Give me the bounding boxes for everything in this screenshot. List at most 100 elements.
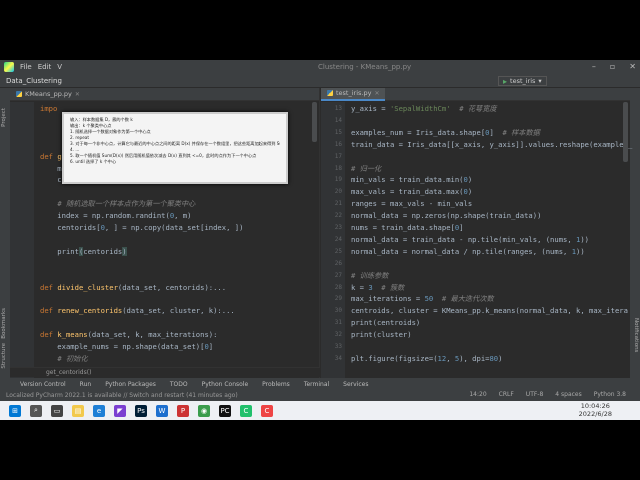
right-code-area[interactable]: y_axis = 'SepalWidthCm' # 花萼宽度 examples_n… [351,102,632,378]
close-tab-icon[interactable]: ✕ [75,91,80,98]
photoshop-icon[interactable]: Ps [135,404,147,417]
word-icon[interactable]: W [156,404,168,417]
code-line[interactable]: # 训练参数 [351,271,388,281]
status-indicator[interactable]: 4 spaces [555,391,581,398]
tab-kmeans-pp[interactable]: KMeans_pp.py ✕ [10,88,86,101]
popup-text-line: 6. until 选择了 k 个中心 [70,159,117,164]
code-line[interactable]: # 初始化 [40,354,87,364]
code-line[interactable]: min_vals = train_data.min(0) [351,175,472,184]
code-line[interactable]: plt.figure(figsize=(12, 5), dpi=80) [351,354,502,363]
line-number: 34 [334,354,342,362]
code-line[interactable]: centorids[0, ] = np.copy(data_set[index,… [40,223,243,232]
right-tool-strip: Notifications [630,88,640,378]
code-line[interactable]: # 归一化 [351,164,381,174]
code-line[interactable]: example_nums = np.shape(data_set)[0] [40,342,213,351]
code-line[interactable]: index = np.random.randint(0, m) [40,211,191,220]
notifications-tool-tab[interactable]: Notifications [633,318,639,352]
line-number: 16 [334,140,342,148]
bookmarks-tool-tab[interactable]: Bookmarks [1,308,7,339]
chrome-icon[interactable]: ◉ [198,404,210,417]
code-line[interactable]: def k_means(data_set, k, max_iterations)… [40,330,217,339]
task-view-icon[interactable]: ▭ [51,404,63,417]
right-scrollbar[interactable] [623,102,628,162]
structure-tool-tab[interactable]: Structure [1,343,7,369]
code-line[interactable]: train_data = Iris_data[[x_axis, y_axis]]… [351,140,632,149]
minimize-icon[interactable]: – [592,62,596,71]
run-config-selector[interactable]: ▸ test_iris ▾ [498,76,547,86]
close-tab-icon[interactable]: ✕ [374,90,379,97]
line-number: 26 [334,259,342,267]
line-number: 28 [334,283,342,291]
left-scrollbar[interactable] [312,102,317,142]
tab-label: test_iris.py [336,89,372,97]
chevron-down-icon: ▾ [538,77,542,85]
menu-view[interactable]: V [57,63,62,71]
tool-window-problems[interactable]: Problems [262,381,290,388]
code-line[interactable]: max_vals = train_data.max(0) [351,187,472,196]
code-line[interactable]: centroids, cluster = KMeans_pp.k_means(n… [351,306,628,315]
code-line[interactable]: def renew_centorids(data_set, cluster, k… [40,306,235,315]
window-controls: – ▫ ✕ [592,62,636,71]
project-name[interactable]: Data_Clustering [6,77,62,85]
status-message[interactable]: Localized PyCharm 2022.1 is available //… [6,392,238,399]
system-clock[interactable]: 10:04:26 2022/6/28 [579,402,612,418]
file-explorer-icon[interactable]: ▤ [72,404,84,417]
code-line[interactable]: print(cluster) [351,330,412,339]
code-line[interactable]: y_axis = 'SepalWidthCm' # 花萼宽度 [351,104,497,114]
tool-window-python-packages[interactable]: Python Packages [105,381,156,388]
code-line[interactable]: impo [40,104,57,113]
status-indicator[interactable]: CRLF [499,391,514,398]
tab-test-iris[interactable]: test_iris.py ✕ [321,87,386,101]
code-line[interactable]: nums = train_data.shape[0] [351,223,464,232]
code-line[interactable]: # 随机选取一个样本点作为第一个聚类中心 [40,199,195,209]
code-line[interactable]: print(centroids) [351,318,420,327]
code-line[interactable]: normal_data = np.zeros(np.shape(train_da… [351,211,541,220]
menu-file[interactable]: File [20,63,32,71]
tool-window-services[interactable]: Services [343,381,368,388]
edge-browser-icon[interactable]: e [93,404,105,417]
status-indicator[interactable]: Python 3.8 [594,391,626,398]
code-line[interactable]: normal_data = normal_data / np.tile(rang… [351,247,585,256]
visual-studio-icon[interactable]: ◤ [114,404,126,417]
line-number: 13 [334,105,342,112]
tool-window-todo[interactable]: TODO [170,381,188,388]
left-gutter [10,102,34,378]
search-icon[interactable]: ⌕ [30,404,42,417]
project-tool-tab[interactable]: Project [1,108,7,127]
title-bar: File Edit V Clustering - KMeans_pp.py – … [0,60,640,74]
windows-taskbar: ⊞ ⌕ ▭ ▤ e ◤ Ps W P ◉ PC C C 10:04:26 202… [0,401,640,420]
powerpoint-icon[interactable]: P [177,404,189,417]
maximize-icon[interactable]: ▫ [610,62,615,71]
tool-window-version-control[interactable]: Version Control [20,381,66,388]
close-icon[interactable]: ✕ [629,62,636,71]
code-line[interactable]: print(centorids) [40,246,127,256]
line-number: 23 [334,224,342,231]
status-indicator[interactable]: UTF-8 [526,391,544,398]
popup-text-line: 3. 对于每一个非中心点，计算它与最近的中心点之间的距离 D(x) 并保存在一个… [70,141,280,146]
breadcrumb[interactable]: get_centorids() [10,367,320,377]
python-file-icon [16,91,22,97]
clion-icon[interactable]: C [240,404,252,417]
code-line[interactable]: examples_num = Iris_data.shape[0] # 样本数据 [351,128,540,138]
code-line[interactable]: max_iterations = 50 # 最大迭代次数 [351,294,494,304]
right-tab-bar: test_iris.py ✕ [321,87,630,101]
tool-window-python-console[interactable]: Python Console [202,381,249,388]
pycharm-taskbar-icon[interactable]: PC [219,404,231,417]
tab-label: KMeans_pp.py [25,90,72,98]
clock-time: 10:04:26 [580,402,610,410]
left-tab-bar: KMeans_pp.py ✕ [10,88,319,101]
right-editor-pane: test_iris.py ✕ 13 14 15 16 17 18 19 20 21 22 23 24 2… [321,87,632,378]
pycharm-logo-icon [4,62,14,72]
app-c-icon[interactable]: C [261,404,273,417]
tool-window-terminal[interactable]: Terminal [304,381,329,388]
code-line[interactable]: normal_data = train_data - np.tile(min_v… [351,235,589,244]
line-number: 24 [334,235,342,243]
run-config-label: test_iris [510,77,536,85]
code-line[interactable]: k = 3 # 簇数 [351,283,404,293]
menu-edit[interactable]: Edit [38,63,52,71]
code-line[interactable]: def divide_cluster(data_set, centorids):… [40,283,226,292]
status-indicator[interactable]: 14:20 [469,391,486,398]
code-line[interactable]: ranges = max_vals - min_vals [351,199,472,208]
tool-window-run[interactable]: Run [80,381,92,388]
windows-start-icon[interactable]: ⊞ [9,404,21,417]
